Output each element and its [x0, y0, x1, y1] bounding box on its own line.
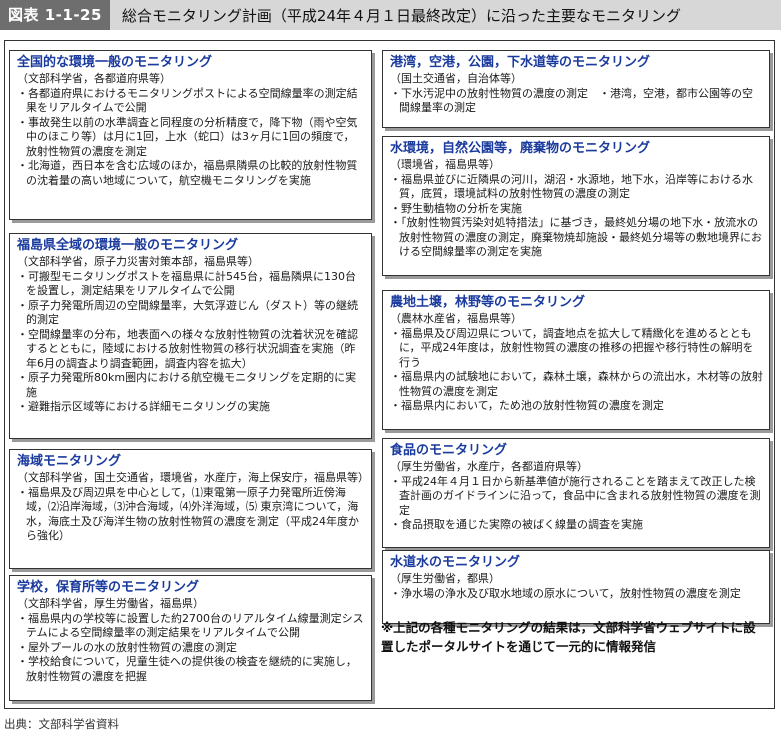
results-note: ※上記の各種モニタリングの結果は，文部科学省ウェブサイトに設置したポータルサイト…: [381, 620, 756, 654]
box-title: 全国的な環境一般のモニタリング: [17, 55, 213, 70]
box-title: 港湾，空港，公園，下水道等のモニタリング: [390, 55, 651, 70]
box-item-list: 可搬型モニタリングポストを福島県に計545台，福島隣県に130台を設置し，測定結…: [17, 270, 365, 415]
bullet-item: 福島県内の試験地において，森林土壌，森林からの流出水，木材等の放射性物質の濃度を…: [390, 370, 763, 399]
box-item-list: 浄水場の浄水及び取水地域の原水について，放射性物質の濃度を測定: [390, 587, 763, 602]
bullet-item: 「放射性物質汚染対処特措法」に基づき，最終処分場の地下水・放流水の放射性物質の濃…: [390, 216, 763, 260]
box-org: （厚生労働省，水産庁，各都道府県等）: [390, 460, 588, 473]
bullet-item: 可搬型モニタリングポストを福島県に計545台，福島隣県に130台を設置し，測定結…: [17, 270, 365, 299]
bullet-item: 福島県並びに近隣県の河川，湖沼・水源地，地下水，沿岸等における水質，底質，環境試…: [390, 173, 763, 202]
bullet-item: 各都道府県におけるモニタリングポストによる空間線量率の測定結果をリアルタイムで公…: [17, 87, 365, 116]
box-item-list: 下水汚泥中の放射性物質の濃度の測定 ・港湾，空港，都市公園等の空間線量率の測定: [390, 87, 763, 116]
box-title: 農地土壌，林野等のモニタリング: [390, 295, 586, 310]
bullet-item: 福島県及び周辺県について，調査地点を拡大して精緻化を進めるとともに，平成24年度…: [390, 327, 763, 371]
figure-label: 図表 1-1-25: [0, 0, 110, 30]
box-org: （文部科学省，国土交通省，環境省，水産庁，海上保安庁，福島県等）: [17, 471, 369, 484]
box-item-list: 各都道府県におけるモニタリングポストによる空間線量率の測定結果をリアルタイムで公…: [17, 87, 365, 189]
bullet-item: 学校給食について，児童生徒への提供後の検査を継続的に実施し，放射性物質の濃度を把…: [17, 655, 365, 684]
box-marine-monitoring: 海域モニタリング （文部科学省，国土交通省，環境省，水産庁，海上保安庁，福島県等…: [9, 449, 372, 569]
box-item-list: 福島県及び周辺県を中心として，⑴東電第一原子力発電所近傍海域，⑵沿岸海域，⑶沖合…: [17, 486, 365, 544]
box-title: 海域モニタリング: [17, 454, 122, 469]
bullet-item: 野生動植物の分析を実施: [390, 202, 763, 217]
box-ports-monitoring: 港湾，空港，公園，下水道等のモニタリング （国土交通省，自治体等） 下水汚泥中の…: [382, 50, 770, 128]
box-org: （厚生労働省，都県）: [390, 572, 500, 585]
bullet-item: 下水汚泥中の放射性物質の濃度の測定 ・港湾，空港，都市公園等の空間線量率の測定: [390, 87, 763, 116]
box-item-list: 福島県及び周辺県について，調査地点を拡大して精緻化を進めるとともに，平成24年度…: [390, 327, 763, 414]
bullet-item: 平成24年４月１日から新基準値が施行されることを踏まえて改正した検査計画のガイド…: [390, 475, 763, 519]
bullet-item: 原子力発電所周辺の空間線量率，大気浮遊じん（ダスト）等の継続的測定: [17, 299, 365, 328]
box-org: （文部科学省，厚生労働省，福島県）: [17, 597, 204, 610]
box-fukushima-monitoring: 福島県全域の環境一般のモニタリング （文部科学省，原子力災害対策本部，福島県等）…: [9, 233, 372, 439]
figure-title: 総合モニタリング計画（平成24年４月１日最終改定）に沿った主要なモニタリング: [121, 6, 682, 25]
bullet-item: 避難指示区域等における詳細モニタリングの実施: [17, 400, 365, 415]
box-tapwater-monitoring: 水道水のモニタリング （厚生労働省，都県） 浄水場の浄水及び取水地域の原水につい…: [382, 550, 770, 624]
box-org: （文部科学省，各都道府県等）: [17, 72, 171, 85]
box-agricultural-monitoring: 農地土壌，林野等のモニタリング （農林水産省，福島県等） 福島県及び周辺県につい…: [382, 290, 770, 430]
box-item-list: 福島県並びに近隣県の河川，湖沼・水源地，地下水，沿岸等における水質，底質，環境試…: [390, 173, 763, 260]
figure-header: 図表 1-1-25 総合モニタリング計画（平成24年４月１日最終改定）に沿った主…: [0, 0, 781, 30]
bullet-item: 福島県内において，ため池の放射性物質の濃度を測定: [390, 399, 763, 414]
box-title: 水道水のモニタリング: [390, 555, 521, 570]
box-title: 福島県全域の環境一般のモニタリング: [17, 238, 239, 253]
source-credit: 出典：文部科学省資料: [4, 717, 119, 731]
box-org: （農林水産省，福島県等）: [390, 312, 522, 325]
box-title: 学校，保育所等のモニタリング: [17, 580, 200, 595]
box-food-monitoring: 食品のモニタリング （厚生労働省，水産庁，各都道府県等） 平成24年４月１日から…: [382, 438, 770, 548]
box-schools-monitoring: 学校，保育所等のモニタリング （文部科学省，厚生労働省，福島県） 福島県内の学校…: [9, 575, 372, 701]
box-org: （環境省，福島県等）: [390, 158, 500, 171]
bullet-item: 福島県内の学校等に設置した約2700台のリアルタイム線量測定システムによる空間線…: [17, 612, 365, 641]
bullet-item: 事故発生以前の水準調査と同程度の分析精度で，降下物（雨や空気中のほこり等）は月に…: [17, 116, 365, 160]
box-national-monitoring: 全国的な環境一般のモニタリング （文部科学省，各都道府県等） 各都道府県における…: [9, 50, 372, 220]
bullet-item: 原子力発電所80km圏内における航空機モニタリングを定期的に実施: [17, 371, 365, 400]
bullet-item: 福島県及び周辺県を中心として，⑴東電第一原子力発電所近傍海域，⑵沿岸海域，⑶沖合…: [17, 486, 365, 544]
box-title: 食品のモニタリング: [390, 443, 508, 458]
box-item-list: 福島県内の学校等に設置した約2700台のリアルタイム線量測定システムによる空間線…: [17, 612, 365, 685]
bullet-item: 食品摂取を通じた実際の被ばく線量の調査を実施: [390, 518, 763, 533]
bullet-item: 北海道，西日本を含む広域のほか，福島県隣県の比較的放射性物質の沈着量の高い地域に…: [17, 159, 365, 188]
box-item-list: 平成24年４月１日から新基準値が施行されることを踏まえて改正した検査計画のガイド…: [390, 475, 763, 533]
box-org: （文部科学省，原子力災害対策本部，福島県等）: [17, 255, 259, 268]
box-title: 水環境，自然公園等，廃棄物のモニタリング: [390, 141, 651, 156]
box-water-environment-monitoring: 水環境，自然公園等，廃棄物のモニタリング （環境省，福島県等） 福島県並びに近隣…: [382, 136, 770, 276]
bullet-item: 空間線量率の分布，地表面への様々な放射性物質の沈着状況を確認するとともに，陸域に…: [17, 328, 365, 372]
bullet-item: 浄水場の浄水及び取水地域の原水について，放射性物質の濃度を測定: [390, 587, 763, 602]
box-org: （国土交通省，自治体等）: [390, 72, 522, 85]
bullet-item: 屋外プールの水の放射性物質の濃度の測定: [17, 641, 365, 656]
